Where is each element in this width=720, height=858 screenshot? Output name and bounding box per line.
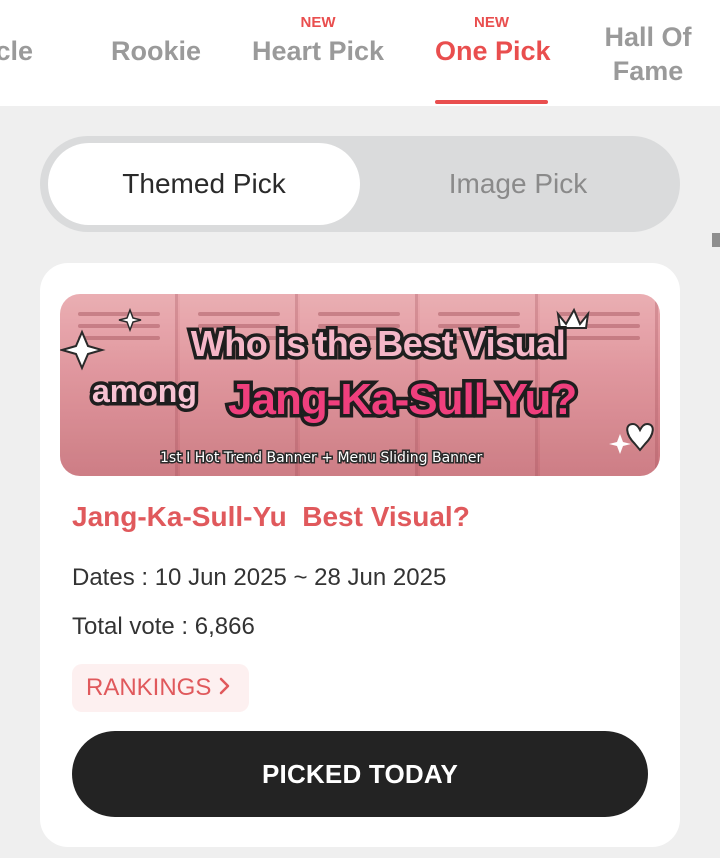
- total-vote: Total vote : 6,866: [72, 613, 255, 640]
- sparkle-icon: [609, 434, 631, 454]
- banner-artwork: Who is the Best Visual among Jang-Ka-Sul…: [60, 307, 654, 468]
- tab-hall-of-fame[interactable]: Hall Of Fame: [592, 0, 704, 106]
- tab-label: One Pick: [435, 36, 551, 66]
- banner-caption: 1st I Hot Trend Banner + Menu Sliding Ba…: [160, 450, 483, 466]
- sparkle-icon: [118, 307, 142, 333]
- tab-rookie[interactable]: Rookie: [100, 0, 212, 106]
- pick-type-segmented-control: Themed Pick Image Pick: [40, 136, 680, 232]
- tab-label: Rookie: [110, 36, 202, 66]
- pick-card: Who is the Best Visual among Jang-Ka-Sul…: [40, 263, 680, 847]
- scrollbar-thumb[interactable]: [712, 233, 720, 247]
- sparkle-icon: [60, 329, 106, 371]
- themed-pick-button[interactable]: Themed Pick: [48, 143, 360, 225]
- tab-one-pick[interactable]: NEW One Pick: [435, 0, 551, 106]
- banner-headline-highlight: Jang-Ka-Sull-Yu?: [228, 375, 576, 424]
- pick-dates: Dates : 10 Jun 2025 ~ 28 Jun 2025: [72, 564, 447, 591]
- banner-headline-line1: Who is the Best Visual: [191, 323, 565, 364]
- banner-image[interactable]: Who is the Best Visual among Jang-Ka-Sul…: [60, 294, 660, 476]
- active-tab-indicator: [435, 100, 548, 104]
- tab-heart-pick[interactable]: NEW Heart Pick: [244, 0, 392, 106]
- image-pick-button[interactable]: Image Pick: [362, 143, 674, 225]
- tab-label: Hall Of Fame: [604, 22, 692, 86]
- rankings-button[interactable]: RANKINGS: [72, 664, 249, 712]
- heart-icon: [626, 422, 654, 452]
- tab-bar: racle Rookie NEW Heart Pick NEW One Pick…: [0, 0, 720, 106]
- rankings-label: RANKINGS: [86, 674, 212, 701]
- tab-label: Heart Pick: [251, 36, 385, 66]
- tab-label: racle: [0, 36, 34, 66]
- new-badge: NEW: [474, 14, 509, 31]
- banner-headline-prefix: among: [92, 373, 197, 409]
- new-badge: NEW: [300, 14, 336, 31]
- picked-today-button[interactable]: PICKED TODAY: [72, 731, 648, 817]
- chevron-right-icon: [219, 674, 231, 702]
- tab-miracle[interactable]: racle: [0, 0, 70, 106]
- pick-title: Jang-Ka-Sull-Yu Best Visual?: [72, 501, 470, 532]
